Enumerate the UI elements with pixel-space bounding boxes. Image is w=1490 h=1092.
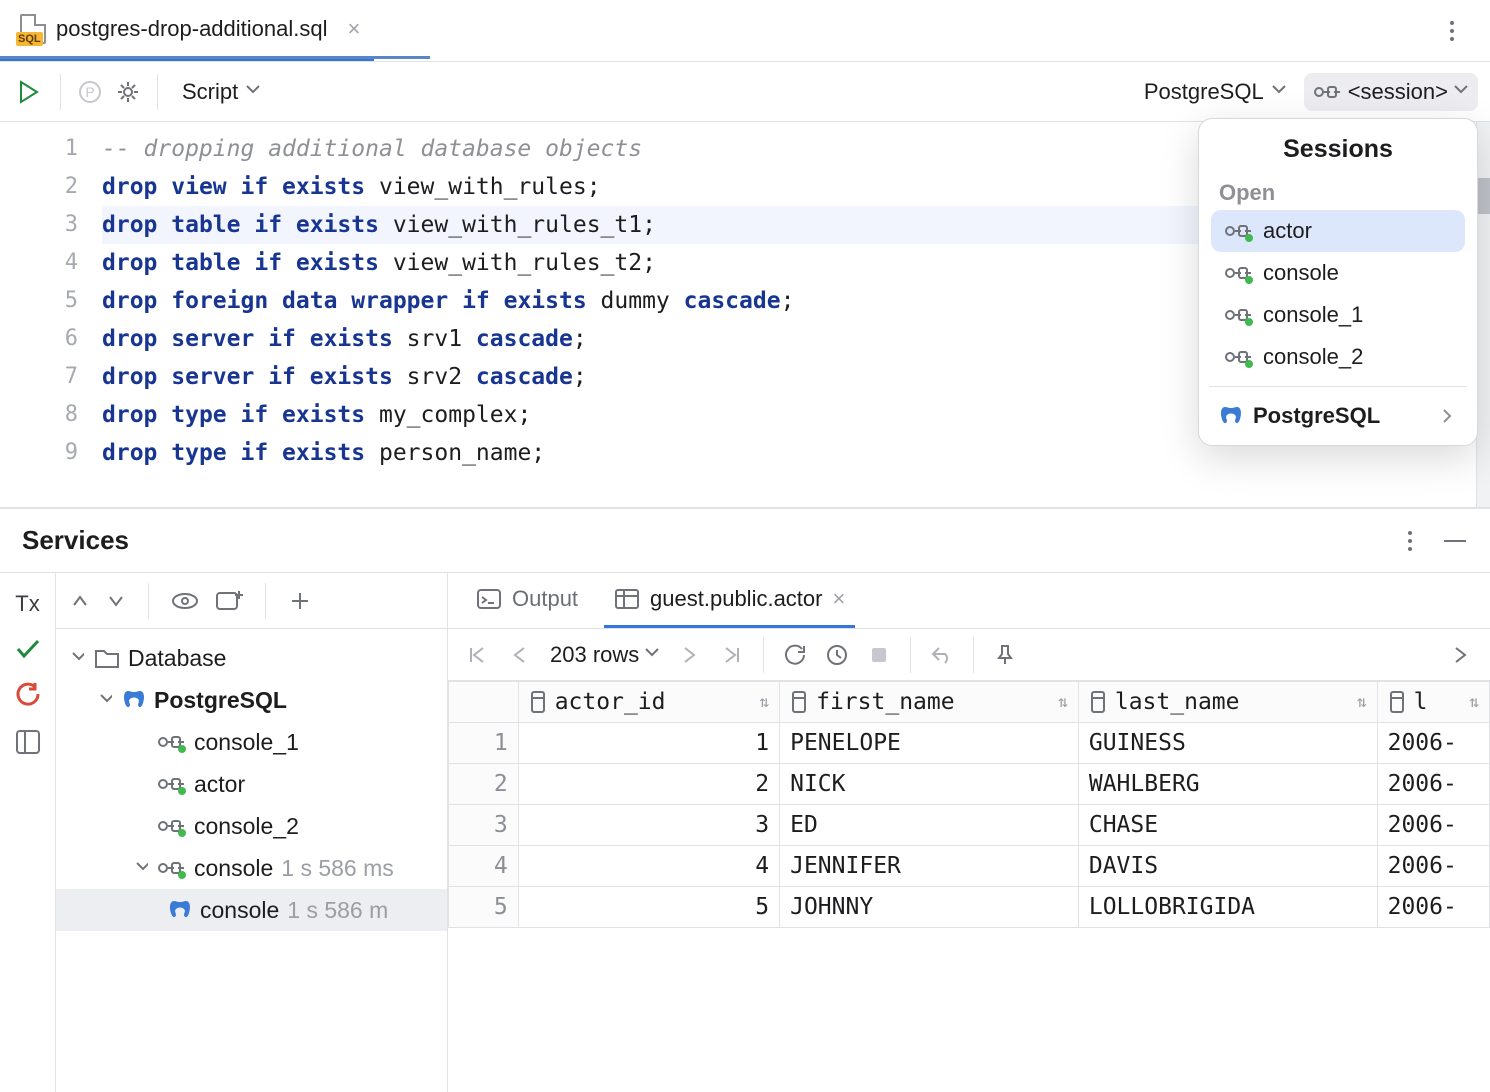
- add-icon[interactable]: [288, 589, 312, 613]
- tree-session-actor[interactable]: actor: [56, 763, 447, 805]
- tree-datasource[interactable]: PostgreSQL: [56, 679, 447, 721]
- table-row[interactable]: 5 5 JOHNNY LOLLOBRIGIDA 2006-: [449, 887, 1490, 928]
- session-item-label: console: [1263, 260, 1339, 286]
- session-dropdown[interactable]: <session>: [1304, 73, 1478, 111]
- table-row[interactable]: 2 2 NICK WAHLBERG 2006-: [449, 764, 1490, 805]
- session-item-label: console_2: [1263, 344, 1363, 370]
- session-item-label: actor: [1263, 218, 1312, 244]
- results-toolbar: 203 rows: [448, 629, 1490, 681]
- prev-page-icon[interactable]: [502, 638, 536, 672]
- services-header: Services: [0, 508, 1490, 572]
- datasource-label: PostgreSQL: [1144, 79, 1264, 105]
- table-row[interactable]: 1 1 PENELOPE GUINESS 2006-: [449, 723, 1490, 764]
- tree-root[interactable]: Database: [56, 637, 447, 679]
- collapse-icon[interactable]: [106, 591, 126, 611]
- run-button[interactable]: [12, 75, 46, 109]
- session-item-console_1[interactable]: console_1: [1211, 294, 1465, 336]
- grid-corner[interactable]: [449, 682, 519, 723]
- marker-strip: [1476, 122, 1490, 507]
- close-tab-icon[interactable]: ×: [348, 16, 361, 42]
- new-console-icon[interactable]: [215, 589, 243, 613]
- results-tabs: Output guest.public.actor ×: [448, 573, 1490, 629]
- session-item-console_2[interactable]: console_2: [1211, 336, 1465, 378]
- sessions-popup-title: Sessions: [1205, 135, 1471, 164]
- tree-session-child[interactable]: console 1 s 586 m: [56, 889, 447, 931]
- result-table-tab[interactable]: guest.public.actor ×: [604, 573, 855, 628]
- file-tab-label: postgres-drop-additional.sql: [56, 16, 328, 42]
- explain-plan-icon[interactable]: P: [75, 77, 105, 107]
- sessions-popup: Sessions Open actor console console_1 co…: [1198, 118, 1478, 446]
- table-row[interactable]: 3 3 ED CHASE 2006-: [449, 805, 1490, 846]
- reload-icon[interactable]: [778, 638, 812, 672]
- more-results-icon[interactable]: [1444, 638, 1478, 672]
- sessions-datasource-item[interactable]: PostgreSQL: [1205, 395, 1471, 439]
- result-table-tab-label: guest.public.actor: [650, 586, 822, 612]
- stop-icon[interactable]: [862, 638, 896, 672]
- session-item-actor[interactable]: actor: [1211, 210, 1465, 252]
- sql-file-icon: SQL: [20, 14, 46, 44]
- execution-target-label: Script: [182, 79, 238, 105]
- session-label: <session>: [1348, 79, 1448, 105]
- hide-panel-icon[interactable]: [1442, 533, 1468, 549]
- services-rail: Tx: [0, 573, 56, 1092]
- sessions-open-section: Open: [1205, 174, 1471, 210]
- next-page-icon[interactable]: [673, 638, 707, 672]
- view-mode-icon[interactable]: [171, 591, 199, 611]
- output-tab-label: Output: [512, 586, 578, 612]
- output-tab[interactable]: Output: [466, 573, 588, 628]
- svg-text:P: P: [85, 84, 94, 100]
- pin-icon[interactable]: [988, 638, 1022, 672]
- services-tree[interactable]: Database PostgreSQL console_1 actor cons…: [56, 629, 447, 1092]
- grid-col-last_name[interactable]: last_name⇅: [1078, 682, 1377, 723]
- last-page-icon[interactable]: [715, 638, 749, 672]
- sessions-datasource-label: PostgreSQL: [1253, 403, 1380, 429]
- execution-target-dropdown[interactable]: Script: [172, 75, 270, 109]
- file-tab[interactable]: SQL postgres-drop-additional.sql ×: [0, 0, 374, 61]
- grid-col-first_name[interactable]: first_name⇅: [780, 682, 1079, 723]
- grid-col-actor_id[interactable]: actor_id⇅: [518, 682, 779, 723]
- close-result-tab-icon[interactable]: ×: [832, 586, 845, 612]
- tx-mode-icon[interactable]: Tx: [15, 591, 39, 617]
- services-title: Services: [22, 525, 129, 556]
- results-panel: Output guest.public.actor × 203 rows: [448, 573, 1490, 1092]
- commit-icon[interactable]: [15, 639, 41, 659]
- table-row[interactable]: 4 4 JENNIFER DAVIS 2006-: [449, 846, 1490, 887]
- results-grid[interactable]: actor_id⇅first_name⇅last_name⇅l⇅ 1 1 PEN…: [448, 681, 1490, 928]
- tab-menu-icon[interactable]: [1438, 17, 1466, 45]
- grid-col-l[interactable]: l⇅: [1377, 682, 1489, 723]
- row-count-dropdown[interactable]: 203 rows: [544, 642, 665, 668]
- datasource-dropdown[interactable]: PostgreSQL: [1134, 75, 1296, 109]
- gutter: 123456789: [0, 122, 96, 507]
- tree-session-console_2[interactable]: console_2: [56, 805, 447, 847]
- first-page-icon[interactable]: [460, 638, 494, 672]
- session-item-label: console_1: [1263, 302, 1363, 328]
- tree-toolbar: [56, 573, 447, 629]
- services-body: Tx Database PostgreSQL console_1 actor c: [0, 572, 1490, 1092]
- expand-icon[interactable]: [70, 591, 90, 611]
- rollback-icon[interactable]: [15, 681, 41, 707]
- layout-icon[interactable]: [15, 729, 41, 755]
- session-item-console[interactable]: console: [1211, 252, 1465, 294]
- services-menu-icon[interactable]: [1396, 527, 1424, 555]
- editor-toolbar: P Script PostgreSQL <session>: [0, 62, 1490, 122]
- settings-icon[interactable]: [113, 77, 143, 107]
- schedule-icon[interactable]: [820, 638, 854, 672]
- revert-icon[interactable]: [925, 638, 959, 672]
- services-tree-panel: Database PostgreSQL console_1 actor cons…: [56, 573, 448, 1092]
- tree-session-console_1[interactable]: console_1: [56, 721, 447, 763]
- tree-session-console[interactable]: console 1 s 586 ms: [56, 847, 447, 889]
- editor-tabs: SQL postgres-drop-additional.sql ×: [0, 0, 1490, 62]
